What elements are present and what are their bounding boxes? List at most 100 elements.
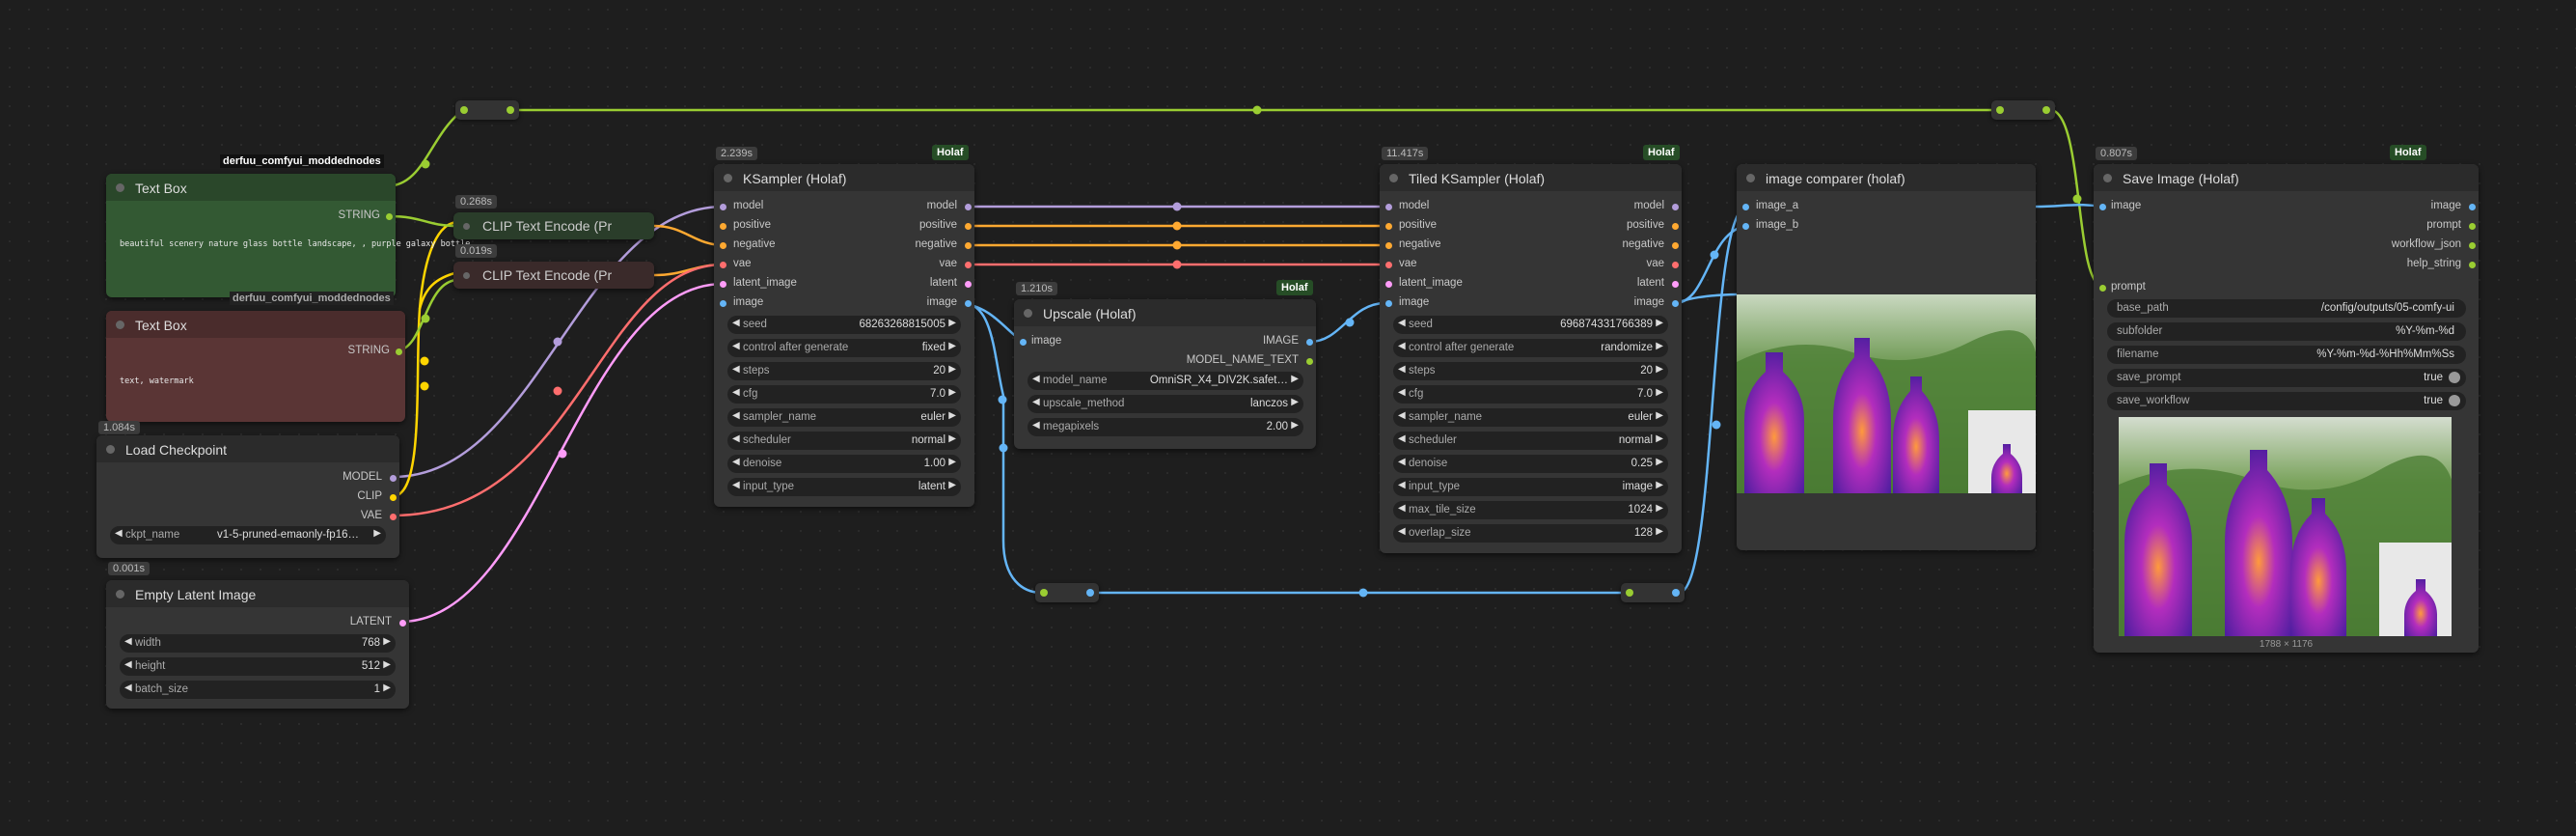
- arrow-left-icon[interactable]: ◀: [115, 528, 123, 539]
- output-slot-dot[interactable]: [399, 620, 406, 627]
- reroute-node[interactable]: [1991, 100, 2055, 120]
- arrow-right-icon[interactable]: ▶: [1656, 433, 1663, 444]
- arrow-left-icon[interactable]: ◀: [1032, 420, 1040, 431]
- input-type-widget[interactable]: ◀ input_type image ▶: [1393, 478, 1668, 496]
- output-slot-dot[interactable]: [2469, 242, 2476, 249]
- save-image-node[interactable]: Save Image (Holaf) image prompt image pr…: [2094, 164, 2479, 653]
- arrow-right-icon[interactable]: ▶: [373, 528, 381, 539]
- arrow-left-icon[interactable]: ◀: [1032, 374, 1040, 384]
- output-slot-dot[interactable]: [965, 204, 972, 210]
- arrow-left-icon[interactable]: ◀: [124, 683, 132, 693]
- collapse-dot[interactable]: [116, 590, 124, 599]
- arrow-left-icon[interactable]: ◀: [732, 410, 740, 421]
- upscale-node[interactable]: Upscale (Holaf) image IMAGE MODEL_NAME_T…: [1014, 299, 1316, 449]
- arrow-left-icon[interactable]: ◀: [1398, 318, 1406, 328]
- cfg-widget[interactable]: ◀ cfg 7.0 ▶: [727, 385, 961, 404]
- arrow-right-icon[interactable]: ▶: [1656, 526, 1663, 537]
- input-slot-dot[interactable]: [1385, 281, 1392, 288]
- arrow-left-icon[interactable]: ◀: [732, 480, 740, 490]
- image-comparer-node[interactable]: image comparer (holaf) image_a image_b: [1737, 164, 2036, 550]
- output-slot-dot[interactable]: [2469, 262, 2476, 268]
- collapse-dot[interactable]: [116, 320, 124, 329]
- seed-widget[interactable]: ◀ seed 68263268815005 ▶: [727, 316, 961, 334]
- arrow-right-icon[interactable]: ▶: [948, 410, 956, 421]
- arrow-left-icon[interactable]: ◀: [1398, 387, 1406, 398]
- arrow-right-icon[interactable]: ▶: [1656, 318, 1663, 328]
- node-header[interactable]: Load Checkpoint: [96, 435, 399, 462]
- height-widget[interactable]: ◀ height 512 ▶: [120, 657, 396, 676]
- output-slot-dot[interactable]: [390, 514, 397, 520]
- output-slot-dot[interactable]: [1672, 281, 1679, 288]
- load-checkpoint-node[interactable]: Load Checkpoint MODEL CLIP VAE ◀ ckpt_na…: [96, 435, 399, 558]
- output-slot-dot[interactable]: [1672, 300, 1679, 307]
- arrow-left-icon[interactable]: ◀: [1398, 457, 1406, 467]
- arrow-right-icon[interactable]: ▶: [948, 318, 956, 328]
- output-slot-dot[interactable]: [1672, 242, 1679, 249]
- arrow-right-icon[interactable]: ▶: [948, 364, 956, 375]
- ckpt-name-widget[interactable]: ◀ ckpt_name v1-5-pruned-emaonly-fp16… ▶: [110, 526, 386, 544]
- arrow-left-icon[interactable]: ◀: [732, 364, 740, 375]
- node-header[interactable]: Tiled KSampler (Holaf): [1380, 164, 1682, 191]
- collapse-dot[interactable]: [463, 223, 470, 230]
- collapse-dot[interactable]: [1389, 174, 1398, 182]
- reroute-node[interactable]: [455, 100, 519, 120]
- reroute-output-dot[interactable]: [507, 106, 514, 114]
- denoise-widget[interactable]: ◀ denoise 0.25 ▶: [1393, 455, 1668, 473]
- negative-textarea[interactable]: text, watermark: [120, 376, 194, 386]
- output-slot-dot[interactable]: [2469, 223, 2476, 230]
- overlap-size-widget[interactable]: ◀ overlap_size 128 ▶: [1393, 524, 1668, 543]
- output-slot-dot[interactable]: [965, 262, 972, 268]
- input-slot-dot[interactable]: [720, 204, 726, 210]
- node-header[interactable]: Text Box: [106, 311, 405, 338]
- arrow-right-icon[interactable]: ▶: [1656, 364, 1663, 375]
- input-slot-dot[interactable]: [1385, 300, 1392, 307]
- output-slot-dot[interactable]: [1306, 358, 1313, 365]
- arrow-right-icon[interactable]: ▶: [948, 480, 956, 490]
- arrow-left-icon[interactable]: ◀: [732, 318, 740, 328]
- reroute-input-dot[interactable]: [1996, 106, 2004, 114]
- save-prompt-toggle[interactable]: save_prompt true: [2107, 369, 2466, 387]
- input-slot-dot[interactable]: [720, 281, 726, 288]
- arrow-right-icon[interactable]: ▶: [1291, 420, 1299, 431]
- collapse-dot[interactable]: [1746, 174, 1755, 182]
- sampler-name-widget[interactable]: ◀ sampler_name euler ▶: [1393, 408, 1668, 427]
- text-box-node[interactable]: Text Box STRING text, watermark: [106, 311, 405, 422]
- reroute-output-dot[interactable]: [2042, 106, 2050, 114]
- arrow-left-icon[interactable]: ◀: [1398, 341, 1406, 351]
- collapse-dot[interactable]: [2103, 174, 2112, 182]
- scheduler-widget[interactable]: ◀ scheduler normal ▶: [1393, 432, 1668, 450]
- arrow-right-icon[interactable]: ▶: [1656, 480, 1663, 490]
- arrow-right-icon[interactable]: ▶: [1656, 503, 1663, 514]
- input-slot-dot[interactable]: [2099, 285, 2106, 292]
- arrow-right-icon[interactable]: ▶: [383, 659, 391, 670]
- node-header[interactable]: Save Image (Holaf): [2094, 164, 2479, 191]
- output-slot-dot[interactable]: [386, 213, 393, 220]
- reroute-output-dot[interactable]: [1672, 589, 1680, 597]
- output-slot-dot[interactable]: [390, 475, 397, 482]
- clip-text-encode-node[interactable]: CLIP Text Encode (Pr: [453, 212, 654, 239]
- node-header[interactable]: Text Box: [106, 174, 396, 201]
- arrow-left-icon[interactable]: ◀: [124, 636, 132, 647]
- arrow-left-icon[interactable]: ◀: [732, 457, 740, 467]
- arrow-left-icon[interactable]: ◀: [732, 341, 740, 351]
- reroute-input-dot[interactable]: [1040, 589, 1048, 597]
- saved-image-preview[interactable]: [2119, 417, 2452, 636]
- arrow-right-icon[interactable]: ▶: [1656, 410, 1663, 421]
- arrow-right-icon[interactable]: ▶: [1656, 457, 1663, 467]
- arrow-left-icon[interactable]: ◀: [1398, 433, 1406, 444]
- output-slot-dot[interactable]: [396, 348, 402, 355]
- input-slot-dot[interactable]: [1385, 242, 1392, 249]
- arrow-left-icon[interactable]: ◀: [732, 433, 740, 444]
- input-slot-dot[interactable]: [720, 242, 726, 249]
- node-header[interactable]: Empty Latent Image: [106, 580, 409, 607]
- toggle-knob[interactable]: [2449, 395, 2460, 406]
- subfolder-widget[interactable]: subfolder %Y-%m-%d: [2107, 322, 2466, 341]
- arrow-right-icon[interactable]: ▶: [1656, 341, 1663, 351]
- save-workflow-toggle[interactable]: save_workflow true: [2107, 392, 2466, 410]
- toggle-knob[interactable]: [2449, 372, 2460, 383]
- clip-text-encode-node[interactable]: CLIP Text Encode (Pr: [453, 262, 654, 289]
- arrow-left-icon[interactable]: ◀: [124, 659, 132, 670]
- node-header[interactable]: KSampler (Holaf): [714, 164, 974, 191]
- arrow-right-icon[interactable]: ▶: [1291, 397, 1299, 407]
- output-slot-dot[interactable]: [965, 300, 972, 307]
